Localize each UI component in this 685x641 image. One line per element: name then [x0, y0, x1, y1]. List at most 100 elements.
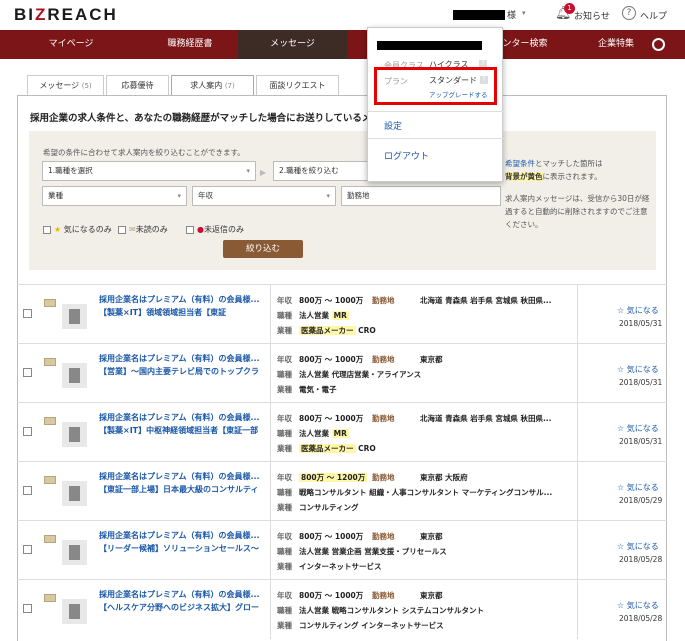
- main-nav: マイページ 職務経歴書 メッセージ ンター検索 企業特集: [0, 30, 685, 59]
- job-type-label: 職種: [277, 606, 292, 615]
- location-value: 東京都: [420, 532, 443, 541]
- job-title-link[interactable]: 【ヘルスケア分野へのビジネス拡大】グロー: [99, 602, 269, 613]
- company-name-link[interactable]: 採用企業名はプレミアム（有料）の会員様...: [99, 530, 269, 541]
- filter-button[interactable]: 絞り込む: [223, 240, 303, 258]
- account-dropdown: 会員クラス ハイクラス ? プラン スタンダード ? アップグレードする 設定 …: [367, 27, 504, 182]
- industry-value: インターネットサービス: [299, 562, 382, 571]
- help-icon[interactable]: ?: [622, 6, 636, 20]
- job-title-link[interactable]: 【製薬×IT】中枢神経領域担当者【東証一部: [99, 425, 269, 436]
- location-label: 勤務地: [372, 296, 395, 305]
- envelope-icon: [44, 417, 56, 425]
- bizreach-logo[interactable]: BIZREACH: [14, 5, 118, 25]
- nav-item-messages[interactable]: メッセージ: [238, 30, 347, 59]
- row-checkbox[interactable]: [23, 545, 32, 554]
- company-logo-placeholder: [62, 304, 87, 329]
- received-date: 2018/05/28: [619, 555, 663, 564]
- location-value: 北海道 青森県 岩手県 宮城県 秋田県...: [420, 414, 552, 423]
- unreplied-only-checkbox[interactable]: ●未返信のみ: [186, 224, 244, 235]
- header: BIZREACH 様 ▾ 🔔︎ 1 お知らせ ? ヘルプ: [0, 0, 685, 30]
- settings-link[interactable]: 設定: [384, 119, 402, 132]
- notifications-link[interactable]: お知らせ: [574, 9, 610, 22]
- divider: [577, 462, 578, 521]
- reply-icon: ●: [197, 225, 204, 234]
- divider: [577, 285, 578, 344]
- company-name-link[interactable]: 採用企業名はプレミアム（有料）の会員様...: [99, 353, 269, 364]
- divider: [270, 462, 271, 521]
- salary-label: 年収: [277, 355, 292, 364]
- favorite-button[interactable]: ☆ 気になる: [617, 305, 659, 316]
- help-link[interactable]: ヘルプ: [640, 9, 667, 22]
- company-name-link[interactable]: 採用企業名はプレミアム（有料）の会員様...: [99, 589, 269, 600]
- location-select[interactable]: 勤務地: [341, 186, 501, 206]
- logout-link[interactable]: ログアウト: [384, 149, 429, 162]
- arrow-right-icon: ▶: [260, 168, 267, 177]
- table-row[interactable]: 採用企業名はプレミアム（有料）の会員様... 【東証一部上場】日本最大級のコンサル…: [17, 461, 667, 521]
- divider: [270, 403, 271, 462]
- favorite-only-checkbox[interactable]: ★ 気になるのみ: [43, 224, 112, 235]
- circle-icon: [652, 38, 665, 51]
- company-name-link[interactable]: 採用企業名はプレミアム（有料）の会員様...: [99, 471, 269, 482]
- received-date: 2018/05/31: [619, 378, 663, 387]
- favorite-button[interactable]: ☆ 気になる: [617, 482, 659, 493]
- location-value: 東京都: [420, 591, 443, 600]
- divider: [270, 285, 271, 344]
- location-label: 勤務地: [372, 473, 395, 482]
- industry-select[interactable]: 業種 ▾: [42, 186, 187, 206]
- job-title-link[interactable]: 【東証一部上場】日本最大級のコンサルティ: [99, 484, 269, 495]
- filter-note: 希望の条件に合わせて求人案内を絞り込むことができます。: [43, 148, 245, 157]
- location-value: 東京都: [420, 355, 443, 364]
- job-type-label: 職種: [277, 488, 292, 497]
- table-row[interactable]: 採用企業名はプレミアム（有料）の会員様... 【製薬×IT】中枢神経領域担当者【東…: [17, 402, 667, 462]
- row-checkbox[interactable]: [23, 368, 32, 377]
- tab-job-offers[interactable]: 求人案内 (7): [171, 75, 254, 95]
- row-checkbox[interactable]: [23, 486, 32, 495]
- tab-interview-request[interactable]: 面談リクエスト: [256, 75, 339, 95]
- nav-item-resume[interactable]: 職務経歴書: [142, 30, 238, 59]
- favorite-button[interactable]: ☆ 気になる: [617, 364, 659, 375]
- row-checkbox[interactable]: [23, 427, 32, 436]
- industry-label: 業種: [277, 326, 292, 335]
- job-type-label: 職種: [277, 370, 292, 379]
- table-row[interactable]: 採用企業名はプレミアム（有料）の会員様... 【リーダー候補】ソリューションセール…: [17, 520, 667, 580]
- nav-item-headhunter-search[interactable]: ンター検索: [495, 30, 555, 59]
- job-title-link[interactable]: 【営業】～国内主要テレビ局でのトップクラ: [99, 366, 269, 377]
- user-name-redacted[interactable]: [453, 10, 505, 20]
- salary-select[interactable]: 年収 ▾: [192, 186, 336, 206]
- favorite-button[interactable]: ☆ 気になる: [617, 600, 659, 611]
- divider: [577, 580, 578, 639]
- table-row[interactable]: 採用企業名はプレミアム（有料）の会員様... 【ヘルスケア分野へのビジネス拡大】グ…: [17, 579, 667, 639]
- tab-application-priority[interactable]: 応募優待: [106, 75, 169, 95]
- nav-item-features[interactable]: 企業特集: [580, 30, 652, 59]
- salary-value: 800万 ～ 1000万: [299, 591, 364, 600]
- row-checkbox[interactable]: [23, 309, 32, 318]
- chevron-down-icon[interactable]: ▾: [522, 9, 526, 17]
- nav-item-mypage[interactable]: マイページ: [0, 30, 142, 59]
- star-outline-icon: ☆: [617, 365, 625, 374]
- job-category-select[interactable]: 1.職種を選択 ▾: [42, 161, 256, 181]
- unread-only-checkbox[interactable]: ✉未読のみ: [118, 224, 168, 235]
- envelope-icon: [44, 476, 56, 484]
- star-outline-icon: ☆: [617, 424, 625, 433]
- salary-label: 年収: [277, 473, 292, 482]
- company-name-link[interactable]: 採用企業名はプレミアム（有料）の会員様...: [99, 412, 269, 423]
- favorite-button[interactable]: ☆ 気になる: [617, 423, 659, 434]
- location-value: 東京都 大阪府: [420, 473, 468, 482]
- location-label: 勤務地: [372, 355, 395, 364]
- table-row[interactable]: 採用企業名はプレミアム（有料）の会員様... 【製薬×IT】領域領域担当者【東証年…: [17, 284, 667, 344]
- table-row[interactable]: 採用企業名はプレミアム（有料）の会員様... 【営業】～国内主要テレビ局でのトップ…: [17, 343, 667, 403]
- received-date: 2018/05/31: [619, 319, 663, 328]
- favorite-button[interactable]: ☆ 気になる: [617, 541, 659, 552]
- job-type-label: 職種: [277, 429, 292, 438]
- user-suffix[interactable]: 様: [507, 8, 516, 21]
- envelope-icon: [44, 535, 56, 543]
- divider: [368, 111, 504, 112]
- location-label: 勤務地: [372, 414, 395, 423]
- company-name-link[interactable]: 採用企業名はプレミアム（有料）の会員様...: [99, 294, 269, 305]
- job-title-link[interactable]: 【製薬×IT】領域領域担当者【東証: [99, 307, 269, 318]
- tab-messages[interactable]: メッセージ (5): [27, 75, 104, 95]
- row-checkbox[interactable]: [23, 604, 32, 613]
- envelope-icon: [44, 358, 56, 366]
- salary-label: 年収: [277, 414, 292, 423]
- job-type-label: 職種: [277, 311, 292, 320]
- job-title-link[interactable]: 【リーダー候補】ソリューションセールス～: [99, 543, 269, 554]
